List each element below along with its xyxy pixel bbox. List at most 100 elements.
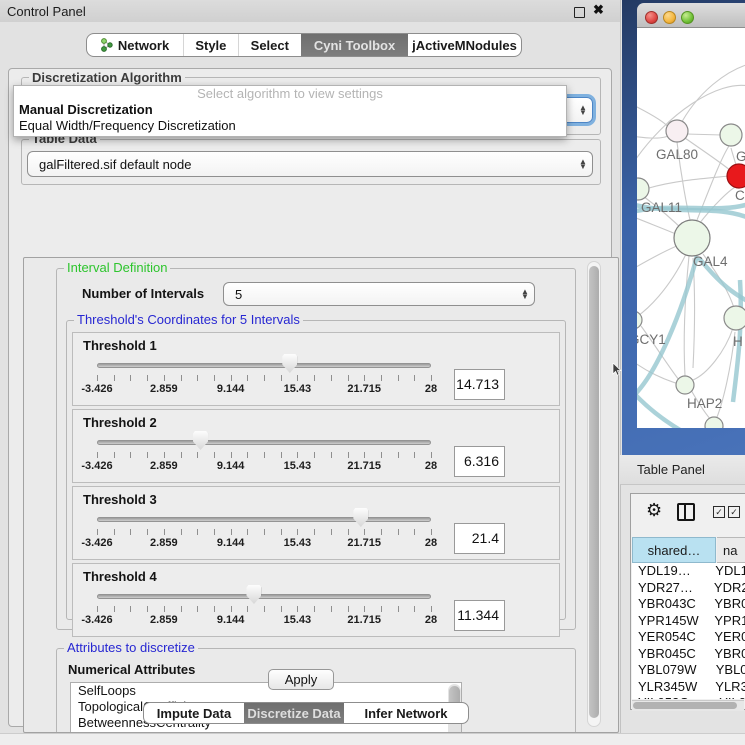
vertical-scrollbar[interactable]	[587, 261, 601, 727]
tab-network[interactable]: Network	[87, 34, 183, 56]
combo-arrows-icon[interactable]: ▲▼	[574, 105, 592, 115]
network-node-node-bottom[interactable]	[705, 417, 723, 428]
gear-icon[interactable]: ⚙	[646, 500, 662, 521]
network-edge	[699, 186, 737, 224]
cell-shared-name[interactable]: YDR27…	[632, 580, 708, 597]
slider-thumb[interactable]	[353, 508, 368, 527]
network-node-gal80[interactable]	[666, 120, 688, 142]
table-row[interactable]: YER054CYER0	[632, 629, 745, 646]
slider-tick	[431, 606, 432, 612]
slider-tick	[114, 452, 115, 458]
network-window-titlebar[interactable]	[637, 3, 745, 28]
table-column-header-name[interactable]: na	[717, 537, 745, 563]
threshold-value-field[interactable]: 14.713	[454, 369, 505, 400]
tab-cyni-toolbox[interactable]: Cyni Toolbox	[301, 34, 408, 56]
slider-tick	[197, 452, 198, 458]
traffic-light-zoom-icon[interactable]	[681, 11, 694, 24]
traffic-light-close-icon[interactable]	[645, 11, 658, 24]
network-edge	[649, 176, 729, 188]
scrollbar-thumb[interactable]	[633, 702, 737, 709]
cell-name[interactable]: YDR2	[708, 580, 745, 597]
threshold-value-field[interactable]: 21.4	[454, 523, 505, 554]
cell-name[interactable]: YBR0	[708, 646, 745, 663]
cell-shared-name[interactable]: YDL19…	[632, 563, 709, 580]
popup-option-equal-width-frequency-discretization[interactable]: Equal Width/Frequency Discretization	[14, 118, 566, 134]
table-row[interactable]: YBR043CYBR0	[632, 596, 745, 613]
cell-shared-name[interactable]: YPR145W	[632, 613, 708, 630]
cell-name[interactable]: YBL0	[710, 662, 745, 679]
network-node-gal4[interactable]	[674, 220, 710, 256]
table-row[interactable]: YDL19…YDL1	[632, 563, 745, 580]
slider-tick	[130, 375, 131, 381]
table-row[interactable]: YDR27…YDR2	[632, 580, 745, 597]
table-row[interactable]: YPR145WYPR1	[632, 613, 745, 630]
network-graph: GAL80GCGAL11GAL4GCY1HHAP2	[637, 28, 745, 428]
scrollbar-thumb[interactable]	[589, 266, 599, 718]
table-row[interactable]: YIL052CYIL0	[632, 695, 745, 699]
table-row[interactable]: YLR345WYLR3	[632, 679, 745, 696]
table-column-header-shared-name[interactable]: shared…	[632, 537, 716, 563]
slider-track[interactable]	[97, 363, 431, 368]
float-window-icon[interactable]	[574, 7, 585, 18]
slider-track[interactable]	[97, 517, 431, 522]
tab-impute-data[interactable]: Impute Data	[144, 703, 244, 723]
tab-jactivemnodules[interactable]: jActiveMNodules	[408, 34, 521, 56]
threshold-title: Threshold 2	[83, 415, 157, 430]
network-node-gal11[interactable]	[637, 178, 649, 200]
slider-tick	[181, 375, 182, 381]
threshold-value-field[interactable]: 6.316	[454, 446, 505, 477]
cell-shared-name[interactable]: YLR345W	[632, 679, 709, 696]
tab-style[interactable]: Style	[183, 34, 238, 56]
slider-tick-label: 15.43	[284, 460, 312, 472]
network-icon	[101, 38, 113, 52]
cell-shared-name[interactable]: YBL079W	[632, 662, 710, 679]
traffic-light-minimize-icon[interactable]	[663, 11, 676, 24]
network-node-node-h[interactable]	[724, 306, 745, 330]
table-row[interactable]: YBR045CYBR0	[632, 646, 745, 663]
table-horizontal-scrollbar[interactable]	[632, 700, 744, 711]
combo-arrows-icon[interactable]: ▲▼	[574, 159, 592, 169]
combo-arrows-icon[interactable]: ▲▼	[516, 289, 534, 299]
cell-name[interactable]: YPR1	[708, 613, 745, 630]
network-node-node-g[interactable]	[720, 124, 742, 146]
cell-name[interactable]: YIL0	[713, 695, 745, 699]
threshold-value-field[interactable]: 11.344	[454, 600, 505, 631]
tab-discretize-data[interactable]: Discretize Data	[244, 703, 344, 723]
attribute-item-selfloops[interactable]: SelfLoops	[71, 683, 461, 699]
slider-tick	[331, 452, 332, 458]
cell-shared-name[interactable]: YIL052C	[632, 695, 713, 699]
network-canvas[interactable]: GAL80GCGAL11GAL4GCY1HHAP2	[637, 28, 745, 428]
slider-thumb[interactable]	[282, 354, 297, 373]
tab-infer-network[interactable]: Infer Network	[344, 703, 468, 723]
close-icon[interactable]: ✖	[593, 2, 604, 18]
select-all-columns-icon[interactable]: ✓	[728, 506, 740, 518]
column-layout-icon[interactable]	[677, 503, 695, 521]
slider-thumb[interactable]	[246, 585, 261, 604]
network-node-hap2[interactable]	[676, 376, 694, 394]
slider-track[interactable]	[97, 594, 431, 599]
slider-tick-label: 15.43	[284, 537, 312, 549]
slider-track[interactable]	[97, 440, 431, 445]
slider-tick-label: 2.859	[150, 537, 178, 549]
select-columns-icon[interactable]: ✓	[713, 506, 725, 518]
cell-name[interactable]: YDL1	[709, 563, 745, 580]
slider-tick-label: 28	[425, 383, 437, 395]
popup-option-manual-discretization[interactable]: Manual Discretization	[14, 102, 566, 118]
table-panel-title: Table Panel	[637, 462, 705, 477]
cell-name[interactable]: YBR0	[708, 596, 745, 613]
num-intervals-combobox[interactable]: 5 ▲▼	[223, 282, 535, 306]
slider-tick	[197, 529, 198, 535]
cell-shared-name[interactable]: YBR043C	[632, 596, 708, 613]
cell-name[interactable]: YLR3	[709, 679, 745, 696]
network-node-label: GAL4	[693, 254, 728, 269]
slider-thumb[interactable]	[193, 431, 208, 450]
network-node-node-red[interactable]	[727, 164, 745, 188]
cell-shared-name[interactable]: YBR045C	[632, 646, 708, 663]
tab-select[interactable]: Select	[238, 34, 301, 56]
apply-button[interactable]: Apply	[268, 669, 334, 690]
table-row[interactable]: YBL079WYBL0	[632, 662, 745, 679]
cell-shared-name[interactable]: YER054C	[632, 629, 708, 646]
table-data-combobox[interactable]: galFiltered.sif default node ▲▼	[27, 151, 593, 177]
slider-tick	[97, 606, 98, 612]
cell-name[interactable]: YER0	[708, 629, 745, 646]
